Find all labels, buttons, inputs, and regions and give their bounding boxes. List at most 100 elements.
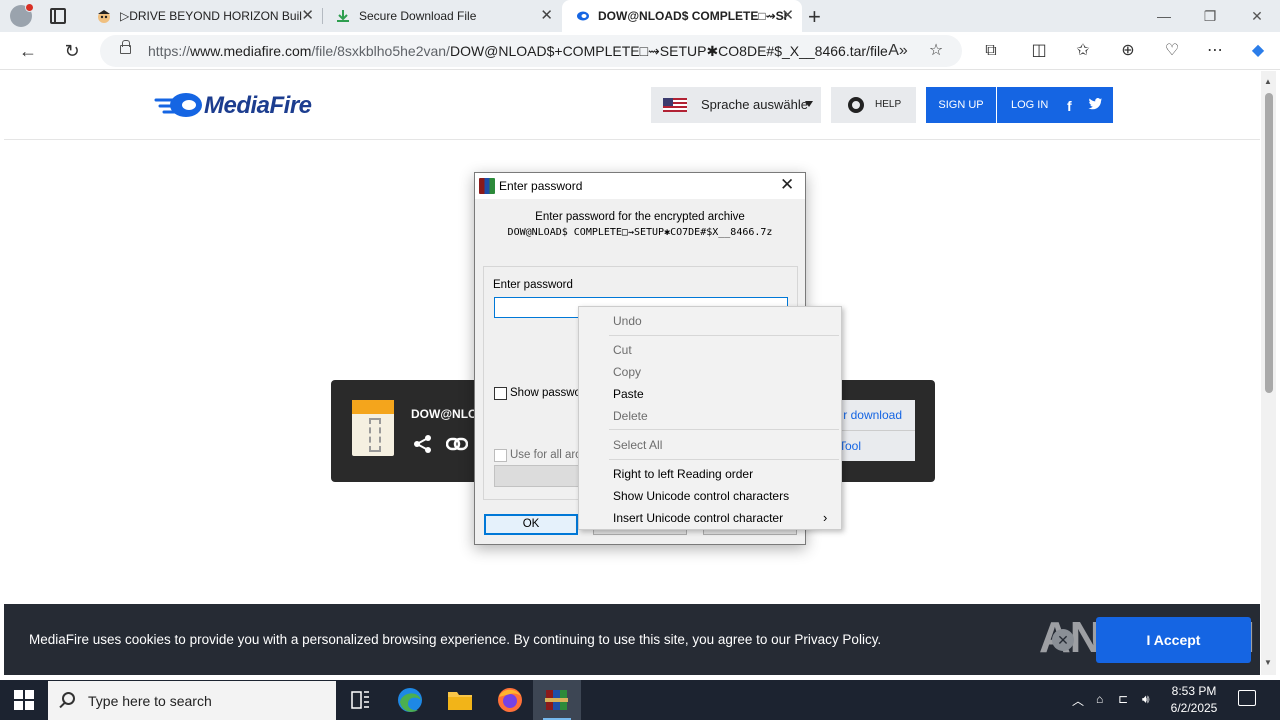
- twitter-icon[interactable]: [1087, 96, 1103, 112]
- notifications-icon[interactable]: [1238, 690, 1256, 706]
- tab-title: Secure Download File: [359, 9, 477, 23]
- cookie-message: MediaFire uses cookies to provide you wi…: [29, 632, 882, 647]
- login-button[interactable]: LOG IN f: [997, 87, 1113, 123]
- refresh-icon[interactable]: ↻: [61, 40, 83, 62]
- context-menu: Undo Cut Copy Paste Delete Select All Ri…: [578, 306, 842, 530]
- tray-overflow-chevron-icon[interactable]: ︿: [1072, 692, 1084, 709]
- tab-title: ▷DRIVE BEYOND HORIZON Buil: [120, 9, 302, 23]
- pirate-favicon-icon: [98, 10, 110, 23]
- address-bar[interactable]: https://www.mediafire.com/file/8sxkblho5…: [100, 35, 962, 67]
- copilot-icon[interactable]: ◆: [1248, 41, 1268, 61]
- lock-icon: [120, 40, 131, 54]
- tab-close-icon[interactable]: ✕: [301, 0, 314, 32]
- scroll-up-arrow-icon[interactable]: ▲: [1264, 77, 1272, 86]
- network-icon[interactable]: ⊏: [1118, 692, 1128, 706]
- menu-separator: [609, 429, 839, 430]
- language-label: Sprache auswähle: [701, 97, 808, 112]
- password-label: Enter password: [493, 279, 573, 291]
- zip-file-icon: [352, 400, 394, 456]
- menu-item-rtl-reading[interactable]: Right to left Reading order: [613, 467, 753, 481]
- mediafire-favicon-icon: [577, 11, 589, 21]
- menu-item-paste[interactable]: Paste: [613, 387, 644, 401]
- browser-essentials-icon[interactable]: ♡: [1162, 41, 1182, 61]
- more-menu-icon[interactable]: ⋯: [1205, 41, 1225, 61]
- download-favicon-icon: [337, 10, 349, 22]
- profile-avatar-icon[interactable]: [10, 3, 34, 27]
- split-screen-icon[interactable]: ◫: [1029, 41, 1049, 61]
- download-button[interactable]: r download: [831, 400, 915, 431]
- show-password-checkbox[interactable]: [494, 387, 507, 400]
- extensions-icon[interactable]: ⧉: [981, 41, 1001, 61]
- clock-time: 8:53 PM: [1171, 684, 1217, 698]
- cookie-close-icon[interactable]: ✕: [1052, 629, 1074, 651]
- scroll-down-arrow-icon[interactable]: ▼: [1264, 658, 1272, 667]
- help-button[interactable]: HELP: [831, 87, 916, 123]
- volume-icon[interactable]: 🔊︎: [1142, 692, 1150, 707]
- us-flag-icon: [663, 98, 687, 112]
- use-for-all-label: Use for all arch: [510, 449, 588, 461]
- restore-icon[interactable]: ❐: [1187, 0, 1233, 32]
- tab-close-icon[interactable]: ✕: [781, 0, 794, 32]
- submenu-chevron-right-icon: ›: [823, 510, 828, 525]
- dialog-titlebar[interactable]: Enter password ✕: [475, 173, 805, 199]
- task-view-icon[interactable]: [336, 680, 384, 720]
- show-password-label: Show passwor: [510, 387, 585, 399]
- dialog-title: Enter password: [499, 179, 583, 193]
- help-label: HELP: [875, 99, 902, 110]
- taskbar-search-box[interactable]: Type here to search: [48, 681, 336, 720]
- accept-cookies-button[interactable]: I Accept: [1096, 617, 1251, 663]
- new-tab-icon[interactable]: +: [808, 4, 821, 30]
- window-close-icon[interactable]: ✕: [1234, 0, 1280, 32]
- minimize-icon[interactable]: —: [1141, 0, 1187, 32]
- mediafire-logo-text[interactable]: MediaFire: [204, 92, 312, 120]
- scroll-thumb[interactable]: [1265, 93, 1273, 393]
- favorites-icon[interactable]: ✩: [1073, 41, 1093, 61]
- menu-item-delete[interactable]: Delete: [613, 409, 648, 423]
- tray-device-icon[interactable]: ⌂: [1096, 692, 1103, 706]
- file-name: DOW@NLO: [411, 407, 478, 421]
- tab-actions-icon[interactable]: [50, 8, 66, 24]
- tab-close-icon[interactable]: ✕: [540, 0, 553, 32]
- download-tool-button[interactable]: Tool: [831, 431, 915, 461]
- mediafire-logo-icon[interactable]: [154, 88, 204, 122]
- winrar-taskbar-icon[interactable]: [533, 680, 581, 720]
- browser-toolbar: ← ↻ https://www.mediafire.com/file/8sxkb…: [0, 32, 1280, 70]
- use-for-all-checkbox[interactable]: [494, 449, 507, 462]
- windows-start-icon[interactable]: [14, 690, 34, 710]
- menu-item-undo[interactable]: Undo: [613, 314, 642, 328]
- tab-drive-beyond-horizon[interactable]: ▷DRIVE BEYOND HORIZON Buil ✕: [84, 0, 322, 32]
- file-explorer-icon[interactable]: [436, 680, 484, 720]
- read-aloud-icon[interactable]: A»: [888, 41, 908, 61]
- edge-browser-icon[interactable]: [386, 680, 434, 720]
- favorite-star-icon[interactable]: ☆: [926, 41, 946, 61]
- link-icon[interactable]: [446, 435, 468, 453]
- search-icon: [62, 692, 75, 705]
- url-text[interactable]: https://www.mediafire.com/file/8sxkblho5…: [148, 43, 888, 60]
- tab-title: DOW@NLOAD$ COMPLETE□⇝SI: [598, 9, 788, 23]
- archive-name: DOW@NLOAD$ COMPLETE□⇝SETUP✱CO7DE#$X__846…: [507, 227, 773, 238]
- menu-item-show-unicode[interactable]: Show Unicode control characters: [613, 489, 789, 503]
- lifebuoy-icon: [848, 97, 864, 113]
- collections-icon[interactable]: ⊕: [1118, 41, 1138, 61]
- mediafire-header: MediaFire Sprache auswähle HELP SIGN UP …: [4, 71, 1260, 140]
- taskbar-clock[interactable]: 8:53 PM 6/2/2025: [1164, 683, 1224, 717]
- menu-item-copy[interactable]: Copy: [613, 365, 641, 379]
- tab-mediafire-active[interactable]: DOW@NLOAD$ COMPLETE□⇝SI ✕: [562, 0, 802, 32]
- ok-button[interactable]: OK: [484, 514, 578, 535]
- page-scrollbar[interactable]: ▲ ▼: [1261, 71, 1276, 675]
- dialog-close-icon[interactable]: ✕: [780, 175, 794, 195]
- share-icon[interactable]: [413, 434, 433, 454]
- menu-item-insert-unicode[interactable]: Insert Unicode control character: [613, 511, 783, 525]
- menu-item-cut[interactable]: Cut: [613, 343, 632, 357]
- signup-button[interactable]: SIGN UP: [926, 87, 996, 123]
- tab-secure-download[interactable]: Secure Download File ✕: [323, 0, 561, 32]
- browser-tab-strip: ▷DRIVE BEYOND HORIZON Buil ✕ Secure Down…: [0, 0, 1280, 32]
- language-selector[interactable]: Sprache auswähle: [651, 87, 821, 123]
- login-label: LOG IN: [1011, 99, 1049, 111]
- dialog-message: Enter password for the encrypted archive: [535, 211, 745, 223]
- facebook-icon[interactable]: f: [1067, 98, 1072, 114]
- menu-item-select-all[interactable]: Select All: [613, 438, 662, 452]
- firefox-icon[interactable]: [486, 680, 534, 720]
- winrar-icon: [479, 178, 495, 194]
- back-arrow-icon[interactable]: ←: [17, 40, 39, 62]
